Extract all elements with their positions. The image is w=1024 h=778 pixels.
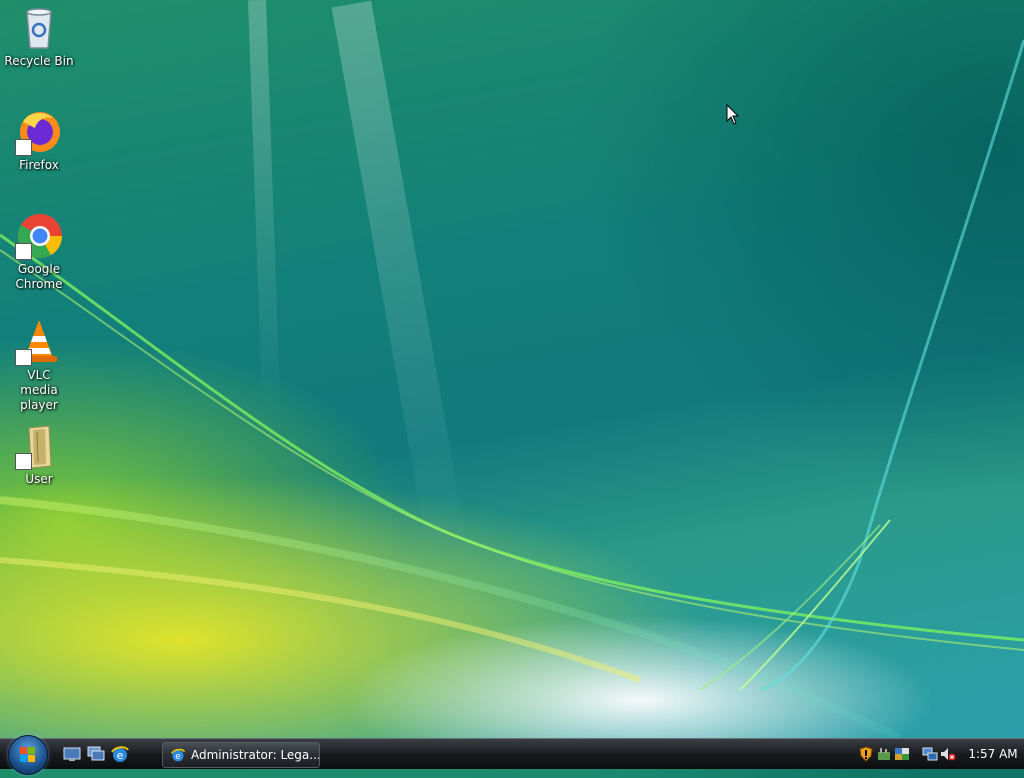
windows-logo-icon xyxy=(20,747,35,762)
network-icon[interactable] xyxy=(922,746,938,762)
security-warning-icon[interactable] xyxy=(858,746,874,762)
svg-text:e: e xyxy=(117,749,124,762)
desktop-icon-user[interactable]: User xyxy=(0,422,78,487)
shortcut-arrow-icon xyxy=(15,453,32,470)
taskbar-window-button[interactable]: e Administrator: Lega... xyxy=(162,742,320,768)
program-icon[interactable] xyxy=(876,746,892,762)
mouse-cursor-icon xyxy=(726,104,740,125)
desktop-icon-label: Recycle Bin xyxy=(4,54,74,68)
show-desktop-icon[interactable] xyxy=(62,744,82,764)
system-clock[interactable]: 1:57 AM xyxy=(964,739,1022,769)
system-tray: 1:57 AM xyxy=(854,739,1024,769)
desktop-icon-label: VLC media player xyxy=(20,368,58,412)
recycle-bin-icon xyxy=(26,8,52,49)
svg-text:e: e xyxy=(175,752,180,762)
switch-windows-icon[interactable] xyxy=(86,744,106,764)
shortcut-arrow-icon xyxy=(15,139,32,156)
internet-explorer-icon: e xyxy=(170,747,186,767)
network-app-icon[interactable] xyxy=(894,746,910,762)
desktop-icon-label: User xyxy=(25,472,53,486)
desktop-icon-firefox[interactable]: Firefox xyxy=(0,108,78,173)
windows-start-orb-icon[interactable] xyxy=(8,735,48,775)
desktop-icon-vlc[interactable]: VLC media player xyxy=(0,318,78,413)
desktop-icon-recycle-bin[interactable]: Recycle Bin xyxy=(0,4,78,69)
desktop-icon-label: Google Chrome xyxy=(15,262,63,291)
volume-muted-icon[interactable] xyxy=(940,746,956,762)
taskbar-window-label: Administrator: Lega... xyxy=(191,748,320,762)
internet-explorer-icon[interactable]: e xyxy=(110,744,130,764)
desktop-icon-label: Firefox xyxy=(19,158,59,172)
taskbar: e e Administrator: Lega... 1:57 AM xyxy=(0,735,1024,775)
desktop-icon-chrome[interactable]: Google Chrome xyxy=(0,212,78,292)
shortcut-arrow-icon xyxy=(15,349,32,366)
wallpaper xyxy=(0,0,1024,738)
shortcut-arrow-icon xyxy=(15,243,32,260)
